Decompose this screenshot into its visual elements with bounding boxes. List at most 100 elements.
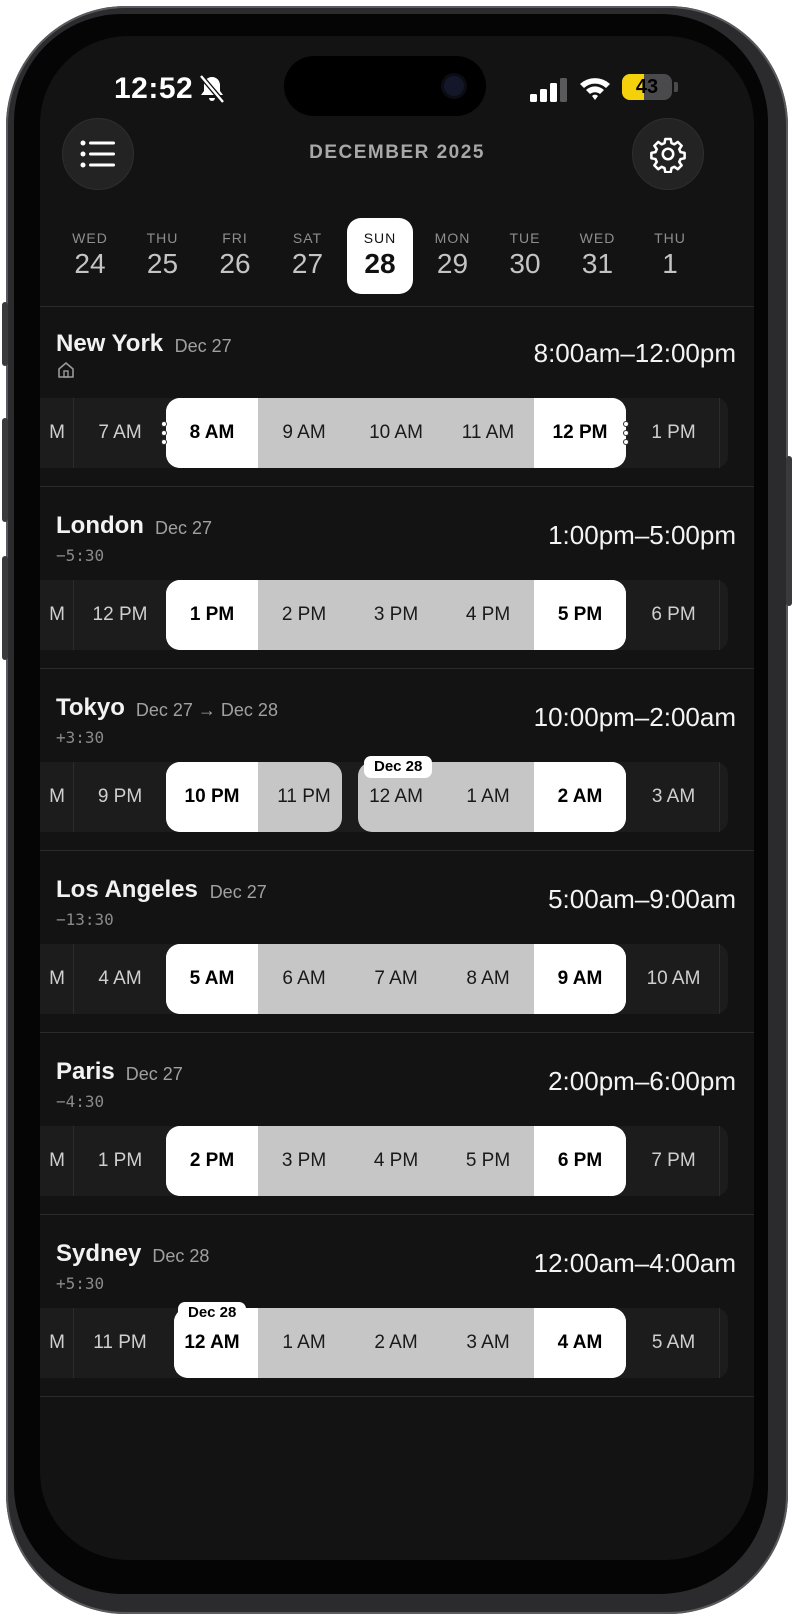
time-range: 1:00pm–5:00pm [548, 520, 736, 550]
city-row-new-york[interactable]: New York Dec 27 8:00am–12:00pm M 7 AM 1 PM 8 A… [40, 308, 754, 490]
selected-hour[interactable]: 2 AM [350, 1308, 442, 1378]
hour-cell[interactable]: M [40, 580, 74, 650]
hour-cell[interactable]: 7 PM [628, 1126, 720, 1196]
app-screen: 12:52 43 DECEMBER 2025 WED 24 THU 25 FRI… [40, 36, 754, 1560]
selected-hour[interactable]: 11 PM [258, 762, 342, 832]
dynamic-island [284, 56, 486, 116]
selected-hour[interactable]: 4 AM [534, 1308, 626, 1378]
hour-strip[interactable]: M9 PM 3 AM 10 PM 11 PM 12 AM 1 AM 2 AM Dec 28 [40, 756, 728, 832]
city-row-sydney[interactable]: Sydney Dec 28 +5:30 12:00am–4:00am M 11 PM 5 A… [40, 1218, 754, 1400]
city-date: Dec 28 [152, 1246, 210, 1266]
day-thu-1[interactable]: THU 1 [637, 218, 703, 294]
selected-hour[interactable]: 9 AM [258, 398, 350, 468]
hour-cell[interactable]: M [40, 1308, 74, 1378]
hour-strip[interactable]: M1 PM 7 PM 2 PM 3 PM 4 PM 5 PM 6 PM [40, 1126, 728, 1196]
hour-cell[interactable]: M [40, 1126, 74, 1196]
hour-cell[interactable]: 3 AM [628, 762, 720, 832]
selected-hour[interactable]: 1 AM [442, 762, 534, 832]
hour-cell[interactable]: 1 PM [74, 1126, 166, 1196]
range-start-drag-handle[interactable] [162, 422, 166, 446]
hour-strip[interactable]: M4 AM 10 AM 5 AM 6 AM 7 AM 8 AM 9 AM [40, 944, 728, 1014]
day-sat-27[interactable]: SAT 27 [275, 218, 341, 294]
hour-cell[interactable]: M [40, 762, 74, 832]
city-row-tokyo[interactable]: Tokyo Dec 27 → Dec 28 +3:30 10:00pm–2:00am M… [40, 672, 754, 854]
selected-hour[interactable]: 4 PM [350, 1126, 442, 1196]
selected-hour[interactable]: 5 PM [534, 580, 626, 650]
selected-hour[interactable]: 10 AM [350, 398, 442, 468]
selected-hour[interactable]: 2 PM [166, 1126, 258, 1196]
selected-hour[interactable]: 5 PM [442, 1126, 534, 1196]
selected-hour[interactable]: 8 AM [166, 398, 258, 468]
hour-cell[interactable]: 9 PM [74, 762, 166, 832]
hour-strip[interactable]: M7 AM 1 PM 8 AM 9 AM 10 AM 11 AM 12 PM [40, 398, 728, 468]
day-of-week: THU [146, 230, 179, 246]
selected-hour[interactable]: 5 AM [166, 944, 258, 1014]
day-of-week: SUN [363, 230, 397, 246]
day-mon-29[interactable]: MON 29 [420, 218, 486, 294]
city-offset: −13:30 [56, 910, 114, 929]
selected-hour[interactable]: 2 AM [534, 762, 626, 832]
divider [40, 486, 754, 487]
day-of-week: WED [72, 230, 108, 246]
day-tue-30[interactable]: TUE 30 [492, 218, 558, 294]
day-fri-26[interactable]: FRI 26 [202, 218, 268, 294]
divider [40, 1214, 754, 1215]
time-range: 2:00pm–6:00pm [548, 1066, 736, 1096]
selected-hour[interactable]: 11 AM [442, 398, 534, 468]
selected-hour[interactable]: 4 PM [442, 580, 534, 650]
hour-cell[interactable]: 1 PM [628, 398, 720, 468]
hour-strip[interactable]: M 12 PM 6 PM 1 PM 2 PM 3 PM 4 PM 5 PM [40, 580, 728, 650]
selected-range[interactable]: 1 PM 2 PM 3 PM 4 PM 5 PM [166, 580, 626, 650]
hour-cell[interactable]: 10 AM [628, 944, 720, 1014]
day-wed-31[interactable]: WED 31 [565, 218, 631, 294]
divider [40, 850, 754, 851]
city-row-los-angeles[interactable]: Los Angeles Dec 27 −13:30 5:00am–9:00am M 4 A… [40, 854, 754, 1036]
selected-hour[interactable]: 7 AM [350, 944, 442, 1014]
selected-hour[interactable]: 10 PM [166, 762, 258, 832]
date-change-badge: Dec 28 [364, 756, 433, 778]
city-row-paris[interactable]: Paris Dec 27 −4:30 2:00pm–6:00pm M 1 PM 7 PM 2 … [40, 1036, 754, 1218]
selected-range[interactable]: 2 PM 3 PM 4 PM 5 PM 6 PM [166, 1126, 626, 1196]
hour-cell[interactable]: M [40, 944, 74, 1014]
hour-cell[interactable]: 11 PM [74, 1308, 166, 1378]
wifi-icon [580, 78, 610, 100]
selected-hour[interactable]: 3 PM [258, 1126, 350, 1196]
selected-hour[interactable]: 1 AM [258, 1308, 350, 1378]
selected-range-part-1[interactable]: 10 PM 11 PM [166, 762, 342, 832]
day-number: 29 [436, 248, 469, 279]
hour-cell[interactable]: 12 PM [74, 580, 166, 650]
volume-down-button [2, 556, 8, 660]
selected-hour[interactable]: 6 AM [258, 944, 350, 1014]
day-number: 26 [219, 248, 251, 279]
city-name: Paris [56, 1058, 115, 1085]
time-range: 12:00am–4:00am [533, 1248, 736, 1278]
hour-cell[interactable]: 6 PM [628, 580, 720, 650]
day-thu-25[interactable]: THU 25 [130, 218, 196, 294]
day-sun-28[interactable]: SUN 28 [347, 218, 413, 294]
selected-hour[interactable]: 8 AM [442, 944, 534, 1014]
selected-hour[interactable]: 2 PM [258, 580, 350, 650]
selected-hour[interactable]: 12 PM [534, 398, 626, 468]
divider [40, 306, 754, 307]
selected-range[interactable]: 5 AM 6 AM 7 AM 8 AM 9 AM [166, 944, 626, 1014]
time-range: 10:00pm–2:00am [533, 702, 736, 732]
selected-range[interactable]: 8 AM 9 AM 10 AM 11 AM 12 PM [166, 398, 626, 468]
city-offset: +5:30 [56, 1274, 105, 1293]
selected-hour[interactable]: 3 PM [350, 580, 442, 650]
selected-hour[interactable]: 9 AM [534, 944, 626, 1014]
hour-cell[interactable]: 7 AM [74, 398, 166, 468]
selected-hour[interactable]: 3 AM [442, 1308, 534, 1378]
settings-button[interactable] [632, 118, 704, 190]
range-end-drag-handle[interactable] [624, 422, 628, 446]
day-of-week: TUE [509, 230, 541, 246]
cellular-signal-icon [530, 78, 567, 102]
city-row-london[interactable]: London Dec 27 −5:30 1:00pm–5:00pm M 12 PM 6 PM… [40, 490, 754, 672]
hour-strip[interactable]: M 11 PM 5 AM 12 AM 1 AM 2 AM 3 AM 4 AM Dec 28 [40, 1302, 728, 1378]
hour-cell[interactable]: M [40, 398, 74, 468]
selected-hour[interactable]: 6 PM [534, 1126, 626, 1196]
city-date: Dec 27 [209, 882, 267, 902]
hour-cell[interactable]: 5 AM [628, 1308, 720, 1378]
hour-cell[interactable]: 4 AM [74, 944, 166, 1014]
selected-hour[interactable]: 1 PM [166, 580, 258, 650]
day-wed-24[interactable]: WED 24 [57, 218, 123, 294]
